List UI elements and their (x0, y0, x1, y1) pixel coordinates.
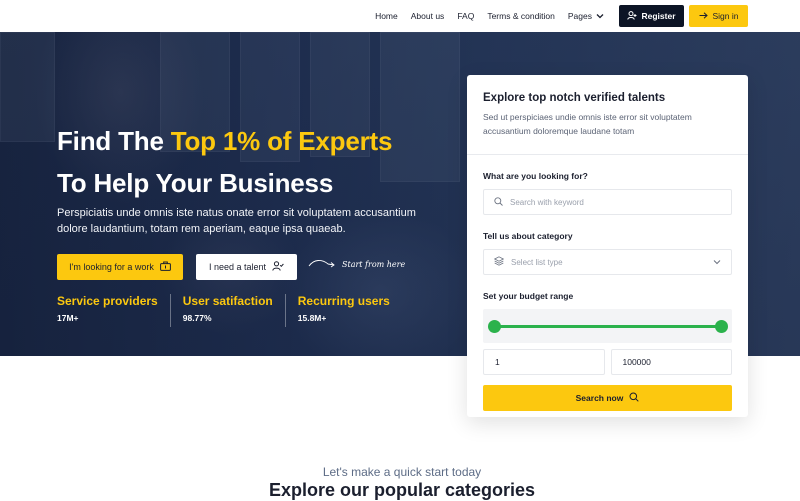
category-select-left: Select list type (493, 256, 563, 268)
sign-in-button[interactable]: Sign in (689, 5, 748, 27)
stat-value: 15.8M+ (297, 313, 327, 323)
start-from-here-note: Start from here (308, 258, 405, 270)
card-header: Explore top notch verified talents Sed u… (467, 75, 748, 155)
sign-in-label: Sign in (712, 11, 739, 21)
briefcase-icon (159, 261, 171, 273)
keyword-search-input[interactable]: Search with keyword (483, 189, 732, 215)
search-icon (494, 196, 503, 208)
hero-heading-line2: To Help Your Business (57, 168, 334, 198)
search-now-button[interactable]: Search now (483, 385, 732, 411)
nav-terms[interactable]: Terms & condition (487, 11, 555, 21)
budget-inputs: 1 100000 (483, 349, 732, 375)
range-max-handle[interactable] (714, 320, 728, 333)
stat-label: User satifaction (182, 294, 273, 308)
budget-max-input[interactable]: 100000 (610, 349, 732, 375)
stat-label: Recurring users (297, 294, 390, 308)
hero-heading-prefix: Find The (57, 126, 171, 156)
chevron-down-icon (596, 12, 604, 21)
nav-pages[interactable]: Pages (568, 11, 604, 21)
add-user-icon (627, 10, 637, 22)
nav-faq[interactable]: FAQ (457, 11, 474, 21)
range-min-handle[interactable] (487, 320, 501, 333)
start-from-here-label: Start from here (342, 259, 406, 269)
stat-label: Service providers (57, 294, 158, 308)
layers-icon (493, 256, 505, 268)
categories-pretitle: Let's make a quick start today (322, 465, 482, 479)
categories-title: Explore our popular categories (268, 480, 536, 500)
stat-service-providers: Service providers 17M+ (57, 294, 171, 327)
main-menu: Home About us FAQ Terms & condition Page… (362, 0, 604, 32)
talent-search-card: Explore top notch verified talents Sed u… (467, 75, 748, 417)
nav-home[interactable]: Home (375, 11, 398, 21)
budget-min-input[interactable]: 1 (483, 349, 605, 375)
search-now-label: Search now (575, 393, 624, 403)
hero-heading: Find The Top 1% of Experts To Help Your … (57, 120, 392, 204)
need-talent-label: I need a talent (208, 262, 267, 272)
card-title: Explore top notch verified talents (483, 92, 666, 104)
arrow-right-icon (699, 11, 708, 21)
hero-stats: Service providers 17M+ User satifaction … (57, 294, 414, 327)
keyword-placeholder: Search with keyword (510, 197, 584, 207)
stat-value: 17M+ (57, 313, 79, 323)
need-talent-button[interactable]: I need a talent (196, 254, 297, 280)
register-button[interactable]: Register (619, 5, 684, 27)
stat-user-satisfaction: User satifaction 98.77% (183, 294, 286, 327)
range-track (494, 325, 721, 328)
category-label: Tell us about category (483, 231, 573, 241)
budget-label: Set your budget range (483, 291, 574, 301)
card-subtitle: Sed ut perspiciaes undie omnis iste erro… (483, 112, 692, 136)
top-navigation-bar: Home About us FAQ Terms & condition Page… (0, 0, 800, 32)
hero-heading-highlight: Top 1% of Experts (170, 126, 393, 156)
category-select[interactable]: Select list type (483, 249, 732, 275)
looking-for-work-button[interactable]: I'm looking for a work (57, 254, 183, 280)
register-label: Register (641, 11, 676, 21)
curved-arrow-icon (308, 258, 336, 270)
stat-recurring-users: Recurring users 15.8M+ (298, 294, 402, 327)
category-placeholder: Select list type (511, 257, 563, 267)
search-icon (629, 392, 640, 404)
user-check-icon (272, 261, 284, 273)
card-form: What are you looking for? Search with ke… (467, 155, 748, 411)
hero-heading-line1: Find The Top 1% of Experts (57, 120, 392, 162)
nav-pages-label: Pages (567, 11, 592, 21)
looking-for-label: What are you looking for? (483, 171, 588, 181)
nav-about-us[interactable]: About us (411, 11, 445, 21)
hero-description: Perspiciatis unde omnis iste natus onate… (57, 207, 416, 235)
stat-value: 98.77% (182, 313, 212, 323)
looking-for-work-label: I'm looking for a work (69, 262, 154, 272)
budget-range-slider[interactable] (483, 309, 732, 343)
chevron-down-icon (713, 258, 721, 267)
